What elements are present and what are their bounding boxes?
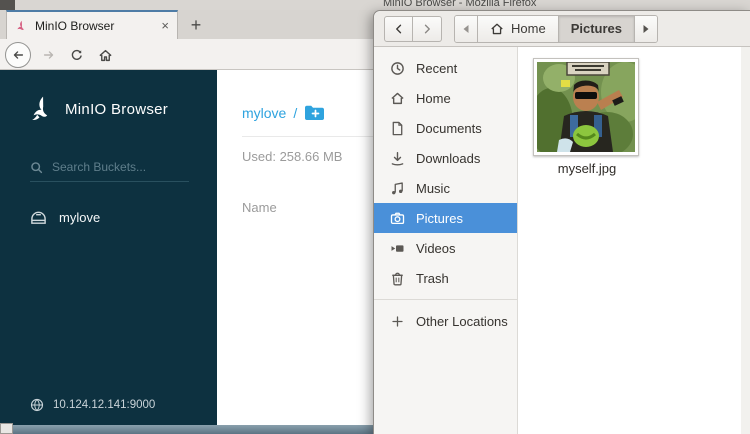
- bucket-name: mylove: [59, 210, 100, 225]
- home-icon: [98, 48, 113, 63]
- triangle-left-icon: [462, 24, 470, 34]
- sidebar-item-recent[interactable]: Recent: [374, 53, 517, 83]
- minio-sidebar: MinIO Browser mylove: [0, 70, 217, 425]
- home-button[interactable]: [92, 42, 118, 68]
- sidebar-item-downloads[interactable]: Downloads: [374, 143, 517, 173]
- forward-button[interactable]: [36, 42, 62, 68]
- tab-title: MinIO Browser: [35, 19, 153, 33]
- minio-logo-icon: [30, 96, 52, 122]
- breadcrumb-bucket-link[interactable]: mylove: [242, 105, 286, 121]
- sidebar-label: Pictures: [416, 211, 463, 226]
- document-icon: [389, 120, 405, 136]
- chooser-forward-button[interactable]: [413, 16, 442, 42]
- file-item-myself-jpg[interactable]: myself.jpg: [533, 58, 641, 176]
- screen-edge: [0, 0, 15, 10]
- breadcrumb-separator: /: [293, 105, 297, 121]
- plus-icon: [389, 313, 405, 329]
- file-list-area[interactable]: myself.jpg: [518, 47, 750, 434]
- chooser-back-button[interactable]: [384, 16, 413, 42]
- sidebar-label: Videos: [416, 241, 456, 256]
- path-current-label: Pictures: [571, 21, 622, 36]
- sidebar-label: Downloads: [416, 151, 480, 166]
- globe-icon: [30, 398, 44, 412]
- triangle-right-icon: [642, 24, 650, 34]
- file-chooser-window: Home Pictures Recent: [373, 10, 750, 434]
- path-home-label: Home: [511, 21, 546, 36]
- server-address-row: 10.124.12.141:9000: [30, 398, 155, 412]
- file-chooser-body: Recent Home Documents: [374, 47, 750, 434]
- server-address: 10.124.12.141:9000: [53, 399, 155, 411]
- sidebar-label: Music: [416, 181, 450, 196]
- reload-button[interactable]: [64, 42, 90, 68]
- places-sidebar: Recent Home Documents: [374, 47, 518, 434]
- path-segment-pictures[interactable]: Pictures: [559, 16, 635, 42]
- portrait-photo-image: [537, 62, 635, 152]
- trash-icon: [389, 270, 405, 286]
- path-scroll-left-button[interactable]: [455, 16, 478, 42]
- tab-close-icon[interactable]: ×: [161, 18, 169, 33]
- forward-arrow-icon: [42, 48, 56, 62]
- download-icon: [389, 150, 405, 166]
- firefox-active-tab[interactable]: MinIO Browser ×: [6, 10, 178, 39]
- music-icon: [389, 180, 405, 196]
- file-name-label: myself.jpg: [533, 161, 641, 176]
- minio-logo-row: MinIO Browser: [0, 70, 217, 122]
- sidebar-item-other-locations[interactable]: Other Locations: [374, 306, 517, 336]
- background-window-corner: [0, 423, 13, 434]
- reload-icon: [70, 48, 84, 62]
- history-nav: [384, 16, 442, 42]
- create-folder-icon[interactable]: [304, 104, 325, 121]
- sidebar-label: Documents: [416, 121, 482, 136]
- sidebar-item-pictures[interactable]: Pictures: [374, 203, 517, 233]
- sidebar-label: Home: [416, 91, 451, 106]
- video-camera-icon: [389, 240, 405, 256]
- camera-icon: [389, 210, 405, 226]
- divider: [242, 136, 380, 137]
- sidebar-label: Recent: [416, 61, 457, 76]
- bucket-icon: [30, 211, 47, 225]
- recent-icon: [389, 60, 405, 76]
- firefox-titlebar: MinIO Browser - Mozilla Firefox: [0, 0, 750, 10]
- new-tab-button[interactable]: +: [183, 12, 209, 38]
- search-icon: [30, 161, 43, 174]
- back-button[interactable]: [5, 42, 31, 68]
- desktop: MinIO Browser - Mozilla Firefox MinIO Br…: [0, 0, 750, 434]
- sidebar-separator: [374, 299, 517, 300]
- path-bar: Home Pictures: [454, 15, 658, 43]
- path-segment-home[interactable]: Home: [478, 16, 559, 42]
- chevron-left-icon: [393, 23, 405, 35]
- home-icon: [490, 22, 504, 36]
- sidebar-item-trash[interactable]: Trash: [374, 263, 517, 293]
- content-gutter: [741, 47, 750, 434]
- sidebar-label: Other Locations: [416, 314, 508, 329]
- bucket-item-mylove[interactable]: mylove: [0, 200, 217, 235]
- home-icon: [389, 90, 405, 106]
- sidebar-item-home[interactable]: Home: [374, 83, 517, 113]
- sidebar-item-music[interactable]: Music: [374, 173, 517, 203]
- file-chooser-toolbar: Home Pictures: [374, 11, 750, 47]
- sidebar-item-documents[interactable]: Documents: [374, 113, 517, 143]
- firefox-window-title: MinIO Browser - Mozilla Firefox: [383, 0, 536, 9]
- photo-thumbnail: [533, 58, 639, 156]
- path-scroll-right-button[interactable]: [635, 16, 657, 42]
- minio-favicon: [15, 20, 27, 32]
- chevron-right-icon: [421, 23, 433, 35]
- search-buckets-input[interactable]: [52, 160, 172, 174]
- minio-app-title: MinIO Browser: [65, 101, 168, 118]
- back-arrow-icon: [11, 48, 25, 62]
- bucket-search[interactable]: [30, 160, 189, 182]
- sidebar-label: Trash: [416, 271, 449, 286]
- sidebar-item-videos[interactable]: Videos: [374, 233, 517, 263]
